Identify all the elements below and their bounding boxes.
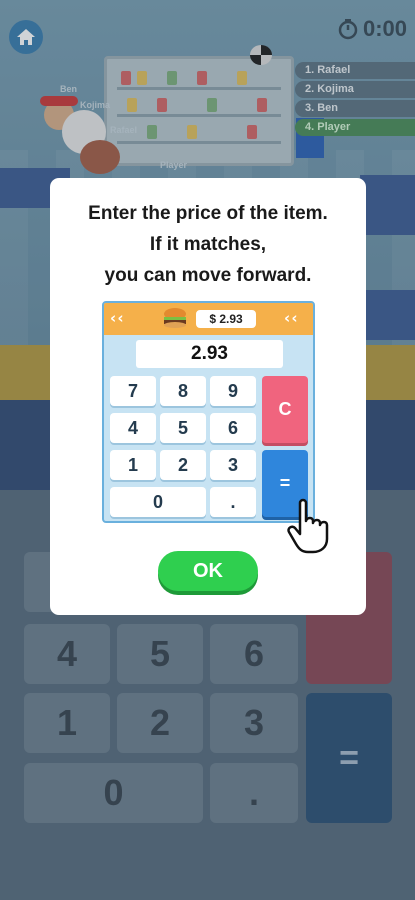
key-6: 6 <box>210 413 256 443</box>
key-0: 0 <box>110 487 206 517</box>
dialog-instructions: Enter the price of the item. If it match… <box>50 198 366 291</box>
key-9: 9 <box>210 376 256 406</box>
tutorial-dialog: Enter the price of the item. If it match… <box>50 178 366 615</box>
price-tag: $ 2.93 <box>196 310 256 328</box>
burger-icon <box>164 308 186 328</box>
key-clear: C <box>262 376 308 443</box>
calculator-illustration: ‹ ‹ ‹ ‹ $ 2.93 2.93 7 8 9 4 5 6 1 2 3 0 … <box>102 301 315 523</box>
left-arrows-icon: ‹ ‹ <box>110 309 124 327</box>
pointing-hand-icon <box>287 498 329 554</box>
instruction-line: If it matches, <box>149 234 267 255</box>
key-5: 5 <box>160 413 206 443</box>
key-8: 8 <box>160 376 206 406</box>
key-4: 4 <box>110 413 156 443</box>
right-arrows-icon: ‹ ‹ <box>284 309 298 327</box>
key-3: 3 <box>210 450 256 480</box>
key-2: 2 <box>160 450 206 480</box>
key-7: 7 <box>110 376 156 406</box>
key-1: 1 <box>110 450 156 480</box>
calculator-display: 2.93 <box>136 340 283 368</box>
instruction-line: Enter the price of the item. <box>88 203 328 224</box>
item-header: ‹ ‹ ‹ ‹ $ 2.93 <box>104 303 313 335</box>
key-dot: . <box>210 487 256 517</box>
ok-button[interactable]: OK <box>158 551 258 591</box>
instruction-line: you can move forward. <box>104 265 312 286</box>
